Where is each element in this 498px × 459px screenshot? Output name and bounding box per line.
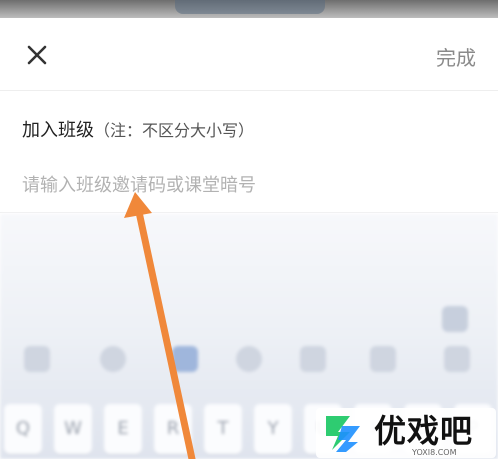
join-class-label: 加入班级（注：不区分大小写） [22,116,254,142]
keyboard-settings-icon[interactable] [236,346,262,372]
status-bar [0,0,498,18]
keyboard-clipboard-icon[interactable] [300,346,326,372]
brand-name: 优戏吧 [374,412,474,450]
brand-url: YOXI8.COM [412,448,457,457]
keyboard-search-icon[interactable] [370,346,396,372]
join-class-title: 加入班级 [22,120,94,141]
keyboard-grid-icon[interactable] [24,346,50,372]
key-e[interactable]: E [104,404,142,454]
status-bar-blur [175,0,325,14]
invite-code-input[interactable] [22,170,442,200]
key-w[interactable]: W [54,404,92,454]
key-y[interactable]: Y [254,404,292,454]
key-t[interactable]: T [204,404,242,454]
keyboard-hide-icon[interactable] [444,346,470,372]
key-r[interactable]: R [154,404,192,454]
header-divider [0,90,498,91]
close-icon[interactable] [24,42,50,68]
key-q[interactable]: Q [4,404,42,454]
case-insensitive-note: （注：不区分大小写） [94,121,255,140]
keyboard-emoji-icon[interactable] [100,346,126,372]
keyboard-badge-icon [442,306,468,332]
site-watermark: 优戏吧 YOXI8.COM [316,408,496,458]
dialog-header: 完成 [0,18,498,90]
input-divider [0,212,498,213]
done-button[interactable]: 完成 [436,42,476,71]
keyboard-voice-icon[interactable] [172,346,198,372]
brand-logo-icon [326,416,360,452]
